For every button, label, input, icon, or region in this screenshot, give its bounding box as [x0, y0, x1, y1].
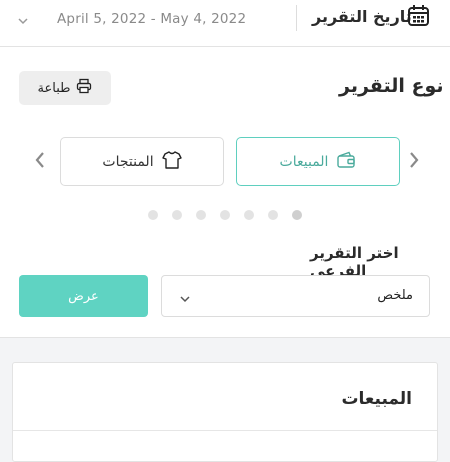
- chevron-left-icon[interactable]: [33, 151, 47, 173]
- tab-products-label: المنتجات: [102, 153, 154, 170]
- shirt-icon: [161, 150, 182, 174]
- chevron-down-icon: [179, 290, 191, 309]
- print-button-label: طباعة: [37, 80, 71, 96]
- calendar-icon: [406, 3, 431, 32]
- tab-sales-label: المبيعات: [279, 153, 329, 170]
- pagination-dot[interactable]: [148, 210, 158, 220]
- chevron-right-icon[interactable]: [407, 151, 421, 173]
- pagination-dot[interactable]: [220, 210, 230, 220]
- print-button[interactable]: طباعة: [19, 71, 111, 105]
- wallet-icon: [336, 151, 356, 173]
- report-type-title: نوع التقرير: [339, 75, 444, 97]
- pagination-dot[interactable]: [268, 210, 278, 220]
- pagination-dot[interactable]: [196, 210, 206, 220]
- chevron-down-icon[interactable]: [17, 12, 29, 31]
- show-button[interactable]: عرض: [19, 275, 148, 317]
- date-range-value[interactable]: April 5, 2022 - May 4, 2022: [57, 11, 246, 27]
- divider: [296, 5, 297, 31]
- pagination-dot-active[interactable]: [292, 210, 302, 220]
- sales-card: المبيعات: [12, 362, 438, 462]
- tab-sales[interactable]: المبيعات: [236, 137, 400, 186]
- divider: [13, 430, 437, 431]
- pagination-dot[interactable]: [172, 210, 182, 220]
- sales-card-title: المبيعات: [341, 389, 412, 409]
- tab-products[interactable]: المنتجات: [60, 137, 224, 186]
- sub-report-selected-value: ملخص: [377, 288, 413, 303]
- report-date-label: تاريخ التقرير: [312, 7, 412, 26]
- date-range-bar[interactable]: April 5, 2022 - May 4, 2022 تاريخ التقري…: [0, 0, 450, 47]
- sub-report-select[interactable]: ملخص: [161, 275, 430, 317]
- printer-icon: [76, 78, 92, 98]
- pagination-dot[interactable]: [244, 210, 254, 220]
- show-button-label: عرض: [68, 288, 99, 304]
